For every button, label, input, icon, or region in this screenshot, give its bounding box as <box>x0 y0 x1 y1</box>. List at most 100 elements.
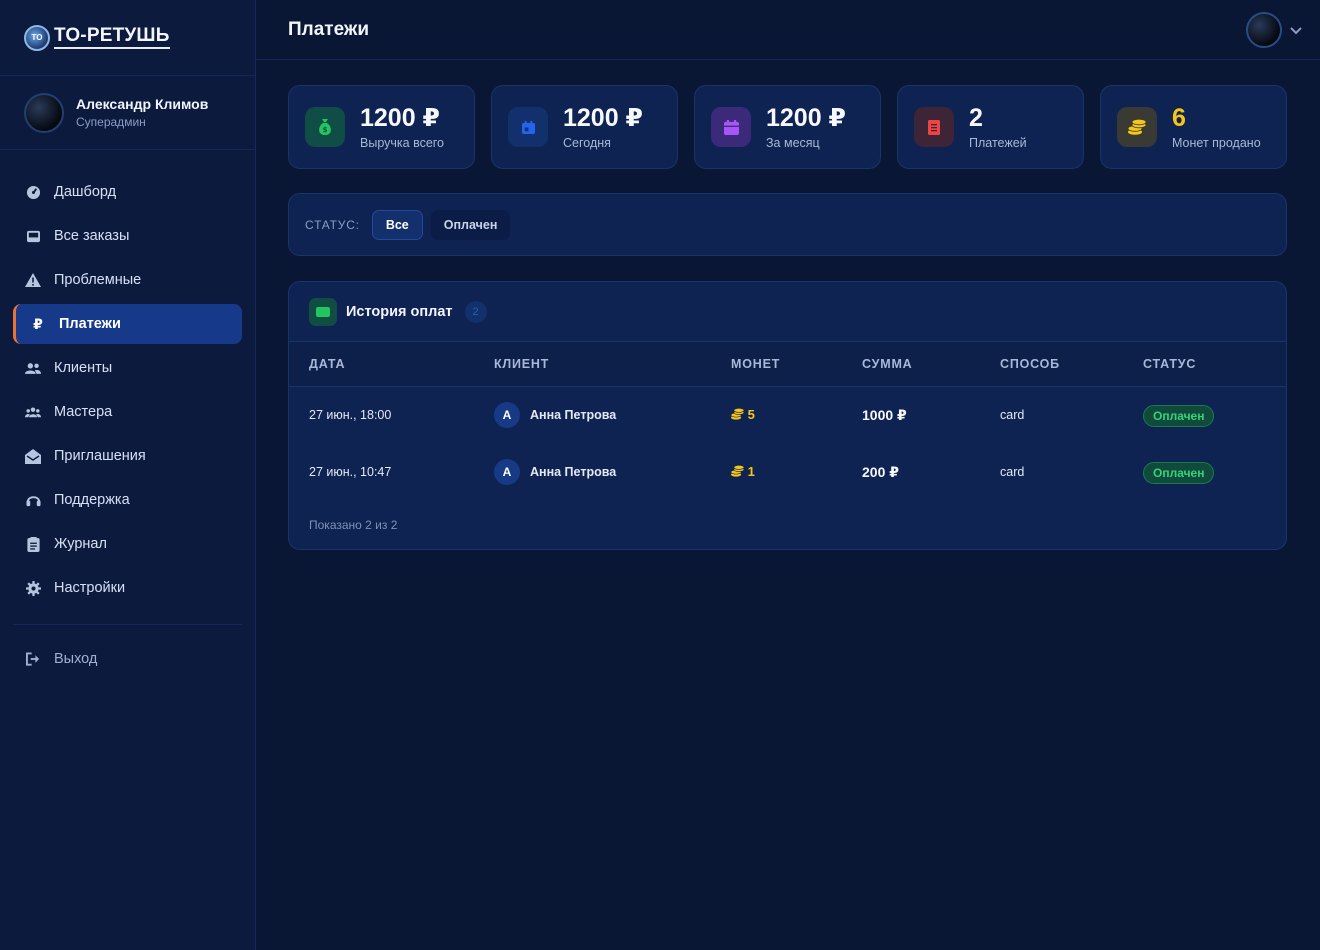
column-header-coins[interactable]: МОНЕТ <box>731 357 780 371</box>
user-profile[interactable]: Александр Климов Суперадмин <box>0 76 255 150</box>
table-row[interactable]: 27 июн., 10:47 А Анна Петрова 1 200 ₽ ca… <box>289 444 1286 501</box>
avatar <box>24 92 64 133</box>
cell-client[interactable]: Анна Петрова <box>530 465 616 479</box>
coins-icon <box>730 408 745 420</box>
client-avatar: А <box>494 402 520 428</box>
stat-card-today: 1200 ₽ Сегодня <box>491 85 678 169</box>
stat-value: 1200 ₽ <box>360 104 440 132</box>
credit-card-icon <box>309 297 337 326</box>
warning-icon <box>25 272 41 288</box>
receipt-icon <box>914 107 954 147</box>
cell-client[interactable]: Анна Петрова <box>530 408 616 422</box>
top-header: Платежи <box>256 0 1320 60</box>
brand-name: ТО-РЕТУШЬ <box>54 26 170 49</box>
stat-value: 1200 ₽ <box>563 104 643 132</box>
sidebar-item-label: Настройки <box>54 580 126 596</box>
sidebar-item-orders[interactable]: Все заказы <box>13 216 242 256</box>
status-filter: СТАТУС: Все Оплачен <box>288 193 1287 256</box>
column-header-status[interactable]: СТАТУС <box>1143 357 1196 371</box>
stat-card-payments-count: 2 Платежей <box>897 85 1084 169</box>
column-header-client[interactable]: КЛИЕНТ <box>494 357 549 371</box>
sidebar-item-settings[interactable]: Настройки <box>13 568 242 608</box>
payment-history-panel: История оплат 2 ДАТА КЛИЕНТ МОНЕТ СУММА … <box>288 281 1287 550</box>
cell-coins: 1 <box>730 464 755 479</box>
settings-icon <box>25 580 41 596</box>
logout-label: Выход <box>54 651 98 667</box>
filter-label: СТАТУС: <box>305 217 360 232</box>
panel-header: История оплат 2 <box>289 282 1286 342</box>
brand-logo[interactable]: TO ТО-РЕТУШЬ <box>0 0 255 76</box>
sidebar-item-masters[interactable]: Мастера <box>13 392 242 432</box>
column-header-date[interactable]: ДАТА <box>309 357 345 371</box>
dashboard-icon <box>25 184 41 200</box>
user-name: Александр Климов <box>76 96 209 112</box>
column-header-amount[interactable]: СУММА <box>862 357 913 371</box>
cell-method: card <box>1000 408 1025 422</box>
sidebar-item-journal[interactable]: Журнал <box>13 524 242 564</box>
coins-value: 1 <box>747 464 755 479</box>
sidebar-nav: Дашборд Все заказы Проблемные ₽ Платежи … <box>0 150 255 679</box>
sidebar-item-payments[interactable]: ₽ Платежи <box>13 304 242 344</box>
cell-date: 27 июн., 10:47 <box>309 465 392 479</box>
stat-label: Монет продано <box>1172 136 1261 150</box>
page-title: Платежи <box>288 18 370 40</box>
user-role: Суперадмин <box>76 115 146 129</box>
sidebar-item-label: Все заказы <box>54 228 130 244</box>
avatar <box>1246 12 1282 48</box>
chevron-down-icon <box>1290 23 1302 38</box>
sidebar-item-label: Поддержка <box>54 492 130 508</box>
team-icon <box>25 404 41 420</box>
sidebar-item-label: Проблемные <box>54 272 142 288</box>
cell-method: card <box>1000 465 1025 479</box>
sidebar-item-support[interactable]: Поддержка <box>13 480 242 520</box>
logout-icon <box>25 651 41 667</box>
stat-card-month: 1200 ₽ За месяц <box>694 85 881 169</box>
stat-value: 2 <box>969 104 983 132</box>
status-badge: Оплачен <box>1143 405 1215 427</box>
money-bag-icon: $ <box>305 107 345 147</box>
stat-value: 6 <box>1172 104 1186 132</box>
filter-chip-paid[interactable]: Оплачен <box>430 209 511 240</box>
support-icon <box>25 492 41 508</box>
header-user-menu[interactable] <box>1246 12 1302 48</box>
sidebar-item-label: Дашборд <box>54 184 117 200</box>
table-row[interactable]: 27 июн., 18:00 А Анна Петрова 5 1000 ₽ c… <box>289 387 1286 444</box>
logout-button[interactable]: Выход <box>13 639 242 679</box>
sidebar-item-label: Клиенты <box>54 360 113 376</box>
logo-badge-text: TO <box>31 33 43 42</box>
sidebar-item-invitations[interactable]: Приглашения <box>13 436 242 476</box>
status-badge: Оплачен <box>1143 462 1215 484</box>
pagination-summary: Показано 2 из 2 <box>309 518 398 532</box>
sidebar: TO ТО-РЕТУШЬ Александр Климов Суперадмин… <box>0 0 256 950</box>
column-header-method[interactable]: СПОСОБ <box>1000 357 1060 371</box>
sidebar-item-problems[interactable]: Проблемные <box>13 260 242 300</box>
sidebar-item-label: Мастера <box>54 404 113 420</box>
cell-coins: 5 <box>730 407 755 422</box>
stat-label: Платежей <box>969 136 1027 150</box>
count-badge: 2 <box>464 300 487 323</box>
client-avatar: А <box>494 459 520 485</box>
journal-icon <box>25 536 41 552</box>
calendar-day-icon <box>508 107 548 147</box>
nav-divider <box>13 624 242 625</box>
sidebar-item-clients[interactable]: Клиенты <box>13 348 242 388</box>
stat-value: 1200 ₽ <box>766 104 846 132</box>
stat-card-revenue-total: $ 1200 ₽ Выручка всего <box>288 85 475 169</box>
stat-card-coins-sold: 6 Монет продано <box>1100 85 1287 169</box>
filter-chip-all[interactable]: Все <box>371 209 423 240</box>
sidebar-item-label: Журнал <box>54 536 107 552</box>
calendar-icon <box>711 107 751 147</box>
invite-icon <box>25 448 41 464</box>
cell-amount: 200 ₽ <box>862 464 899 480</box>
inbox-icon <box>25 228 41 244</box>
cell-amount: 1000 ₽ <box>862 407 907 423</box>
logo-badge-icon: TO <box>24 24 50 51</box>
ruble-icon: ₽ <box>33 315 43 332</box>
sidebar-item-label: Приглашения <box>54 448 146 464</box>
stats-row: $ 1200 ₽ Выручка всего 1200 ₽ Сегодня 12… <box>288 85 1287 169</box>
svg-text:$: $ <box>323 126 328 134</box>
stat-label: Сегодня <box>563 136 611 150</box>
coins-value: 5 <box>747 407 755 422</box>
coins-icon <box>730 465 745 477</box>
sidebar-item-dashboard[interactable]: Дашборд <box>13 172 242 212</box>
